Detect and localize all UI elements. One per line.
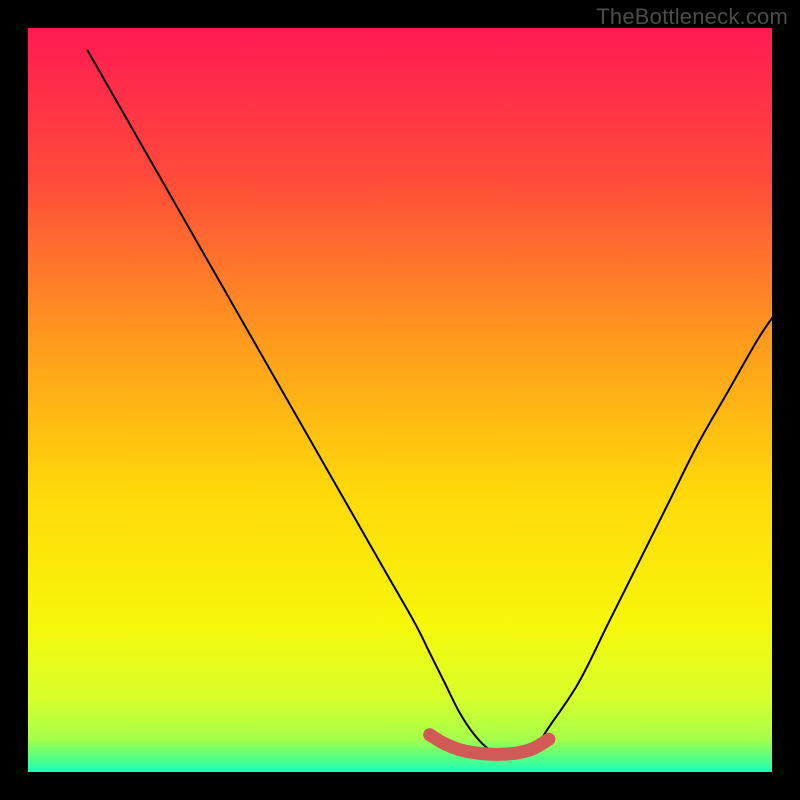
plot-area — [28, 28, 772, 772]
chart-frame: TheBottleneck.com — [0, 0, 800, 800]
chart-svg — [28, 28, 772, 772]
trough-endpoint-0 — [423, 728, 436, 741]
watermark-text: TheBottleneck.com — [596, 4, 788, 30]
trough-endpoint-1 — [542, 733, 555, 746]
